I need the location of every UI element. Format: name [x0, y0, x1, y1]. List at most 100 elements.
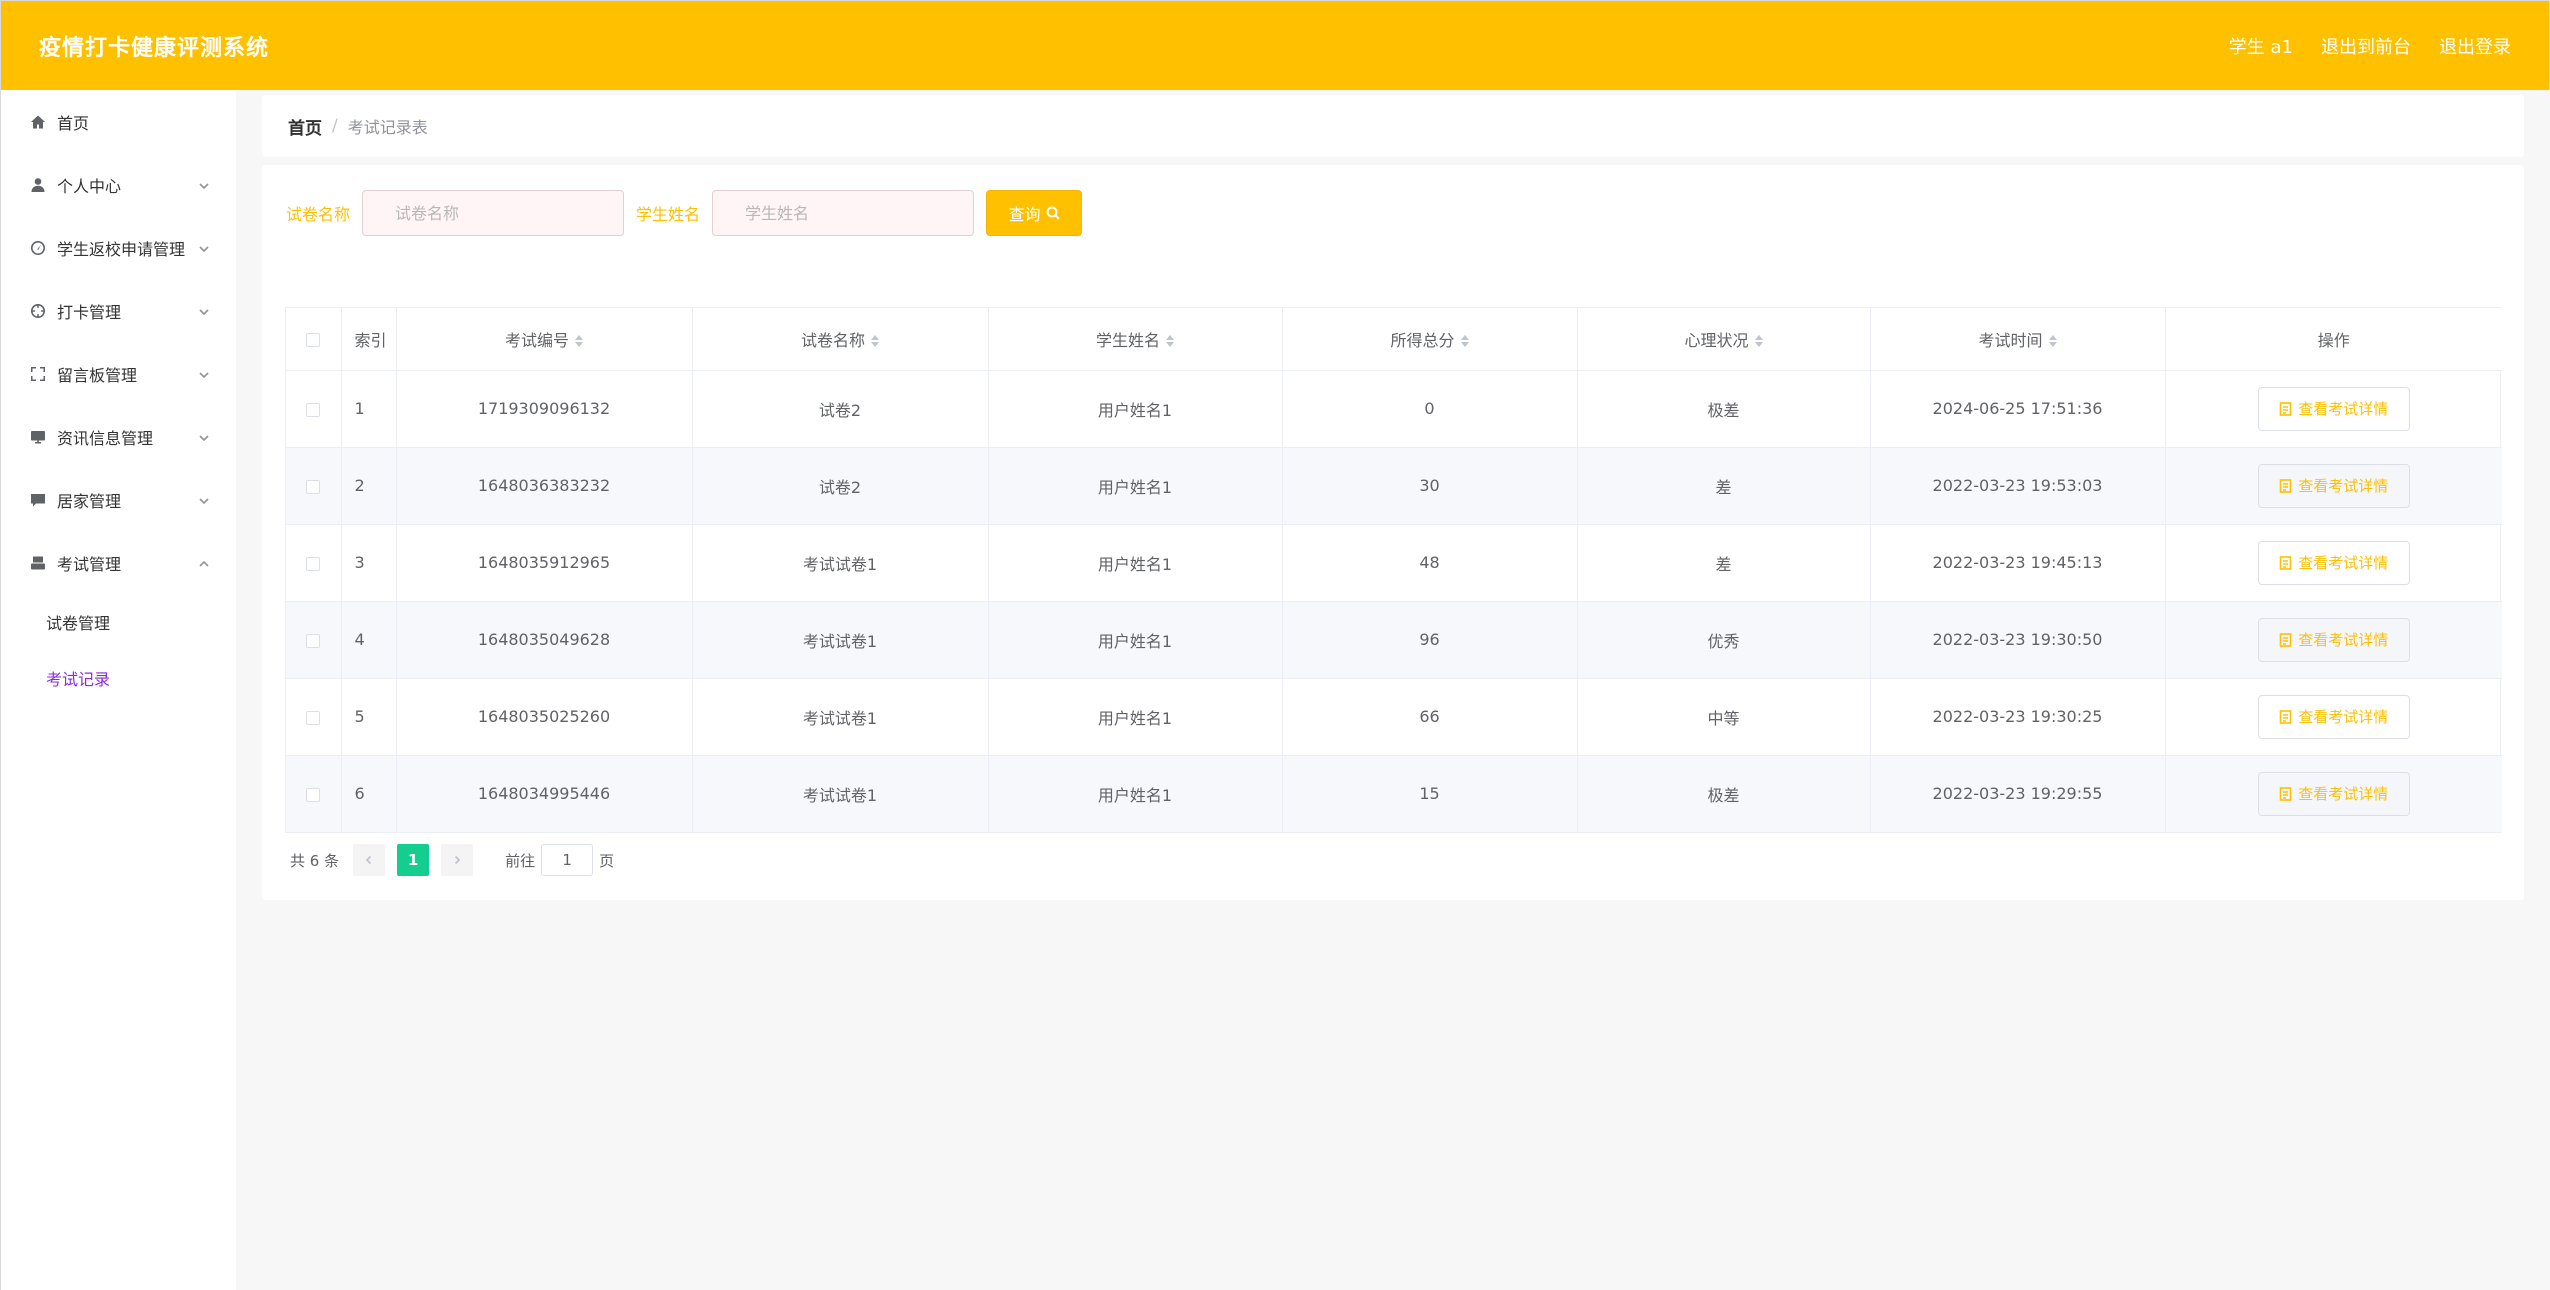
cell-mental-status: 极差 — [1577, 755, 1871, 833]
breadcrumb: 首页 / 考试记录表 — [262, 95, 2524, 157]
sidebar-item-label: 首页 — [57, 113, 90, 133]
sidebar-item-exam-management[interactable]: 考试管理 — [1, 531, 236, 594]
breadcrumb-home[interactable]: 首页 — [288, 114, 322, 139]
sidebar-item-label: 资讯信息管理 — [57, 428, 154, 448]
sidebar-subitem-exam-records[interactable]: 考试记录 — [1, 650, 236, 706]
goto-page: 前往 页 — [505, 844, 614, 876]
logout-link[interactable]: 退出登录 — [2439, 33, 2511, 59]
row-checkbox[interactable] — [306, 787, 321, 802]
cell-exam-no: 1719309096132 — [396, 370, 693, 448]
column-header-exam-no[interactable]: 考试编号 — [396, 308, 693, 371]
chat-icon — [29, 491, 47, 509]
cell-score: 0 — [1282, 370, 1578, 448]
search-form: 试卷名称 学生姓名 查询 — [286, 190, 1083, 236]
pagination-total: 共 6 条 — [290, 851, 340, 870]
sort-caret-icon[interactable] — [871, 335, 879, 348]
row-checkbox[interactable] — [306, 633, 321, 648]
cell-exam-time: 2022-03-23 19:53:03 — [1870, 447, 2166, 525]
view-exam-detail-button[interactable]: 查看考试详情 — [2257, 694, 2410, 739]
query-button-label: 查询 — [1008, 205, 1041, 224]
sidebar-item-return-application[interactable]: 学生返校申请管理 — [1, 216, 236, 279]
cell-index: 3 — [341, 524, 397, 602]
student-name-label: 学生姓名 — [636, 205, 701, 224]
cell-index: 1 — [341, 370, 397, 448]
chevron-down-icon — [198, 240, 210, 252]
user-icon — [29, 176, 47, 194]
top-links: 学生 a1 退出到前台 退出登录 — [2229, 33, 2511, 59]
document-icon — [2279, 555, 2292, 570]
content-card: 试卷名称 学生姓名 查询 索引 考试编号 — [262, 165, 2524, 900]
sidebar-item-label: 个人中心 — [57, 176, 122, 196]
document-icon — [2279, 709, 2292, 724]
student-name-input[interactable] — [712, 190, 975, 236]
chevron-down-icon — [198, 177, 210, 189]
column-header-mental-status[interactable]: 心理状况 — [1577, 308, 1871, 371]
view-exam-detail-button[interactable]: 查看考试详情 — [2257, 463, 2410, 508]
page-number-current[interactable]: 1 — [397, 844, 430, 876]
cell-paper-name: 考试试卷1 — [692, 755, 989, 833]
next-page-button[interactable] — [441, 844, 474, 876]
cell-mental-status: 优秀 — [1577, 601, 1871, 679]
view-exam-detail-button[interactable]: 查看考试详情 — [2257, 540, 2410, 585]
sidebar-subitem-paper-management[interactable]: 试卷管理 — [1, 594, 236, 650]
sidebar-item-checkin[interactable]: 打卡管理 — [1, 279, 236, 342]
sort-caret-icon[interactable] — [575, 335, 583, 348]
column-header-paper-name[interactable]: 试卷名称 — [692, 308, 989, 371]
sidebar-item-news[interactable]: 资讯信息管理 — [1, 405, 236, 468]
cell-paper-name: 考试试卷1 — [692, 524, 989, 602]
sort-caret-icon[interactable] — [1166, 335, 1174, 348]
column-header-score[interactable]: 所得总分 — [1282, 308, 1578, 371]
view-exam-detail-button[interactable]: 查看考试详情 — [2257, 617, 2410, 662]
cell-exam-no: 1648035912965 — [396, 524, 693, 602]
select-all-cell — [286, 308, 342, 371]
column-header-exam-time[interactable]: 考试时间 — [1870, 308, 2166, 371]
select-all-checkbox[interactable] — [306, 332, 321, 347]
row-checkbox[interactable] — [306, 402, 321, 417]
cell-paper-name: 试卷2 — [692, 447, 989, 525]
sidebar-item-message-board[interactable]: 留言板管理 — [1, 342, 236, 405]
goto-prefix: 前往 — [505, 851, 536, 870]
sidebar-item-label: 居家管理 — [57, 491, 122, 511]
sort-caret-icon[interactable] — [1460, 335, 1469, 348]
document-icon — [2279, 401, 2292, 416]
cell-exam-time: 2022-03-23 19:29:55 — [1870, 755, 2166, 833]
row-checkbox[interactable] — [306, 556, 321, 571]
paper-name-input[interactable] — [362, 190, 625, 236]
current-user-link[interactable]: 学生 a1 — [2229, 33, 2293, 59]
sidebar-item-home[interactable]: 首页 — [1, 90, 236, 153]
crosshair-icon — [29, 302, 47, 320]
cell-student-name: 用户姓名1 — [988, 524, 1283, 602]
table-row: 6 1648034995446 考试试卷1 用户姓名1 15 极差 2022-0… — [286, 755, 2502, 833]
chevron-down-icon — [198, 303, 210, 315]
chevron-down-icon — [198, 492, 210, 504]
table-row: 3 1648035912965 考试试卷1 用户姓名1 48 差 2022-03… — [286, 524, 2502, 602]
sidebar-item-label: 打卡管理 — [57, 302, 122, 322]
query-button[interactable]: 查询 — [986, 190, 1083, 236]
goto-page-input[interactable] — [541, 844, 594, 876]
table-row: 1 1719309096132 试卷2 用户姓名1 0 极差 2024-06-2… — [286, 370, 2502, 448]
cell-exam-no: 1648036383232 — [396, 447, 693, 525]
sort-caret-icon[interactable] — [1754, 335, 1763, 348]
chevron-down-icon — [198, 366, 210, 378]
printer-icon — [29, 554, 47, 572]
column-header-student-name[interactable]: 学生姓名 — [988, 308, 1283, 371]
home-icon — [29, 113, 47, 131]
prev-page-button[interactable] — [353, 844, 386, 876]
row-checkbox[interactable] — [306, 710, 321, 725]
view-exam-detail-button[interactable]: 查看考试详情 — [2257, 386, 2410, 431]
sidebar-item-label: 留言板管理 — [57, 365, 138, 385]
view-exam-detail-button[interactable]: 查看考试详情 — [2257, 771, 2410, 816]
top-bar: 疫情打卡健康评测系统 学生 a1 退出到前台 退出登录 — [0, 0, 2550, 90]
cell-student-name: 用户姓名1 — [988, 370, 1283, 448]
gauge-icon — [29, 239, 47, 257]
sidebar: 首页 个人中心 学生返校申请管理 打卡管理 留言板管理 资讯信息管理 居家管理 … — [0, 90, 236, 1290]
row-checkbox[interactable] — [306, 479, 321, 494]
table-row: 2 1648036383232 试卷2 用户姓名1 30 差 2022-03-2… — [286, 447, 2502, 525]
sidebar-item-home-quarantine[interactable]: 居家管理 — [1, 468, 236, 531]
cell-paper-name: 考试试卷1 — [692, 678, 989, 756]
cell-score: 30 — [1282, 447, 1578, 525]
sidebar-item-personal-center[interactable]: 个人中心 — [1, 153, 236, 216]
cell-exam-no: 1648034995446 — [396, 755, 693, 833]
back-to-front-link[interactable]: 退出到前台 — [2321, 33, 2411, 59]
sort-caret-icon[interactable] — [2048, 335, 2057, 348]
